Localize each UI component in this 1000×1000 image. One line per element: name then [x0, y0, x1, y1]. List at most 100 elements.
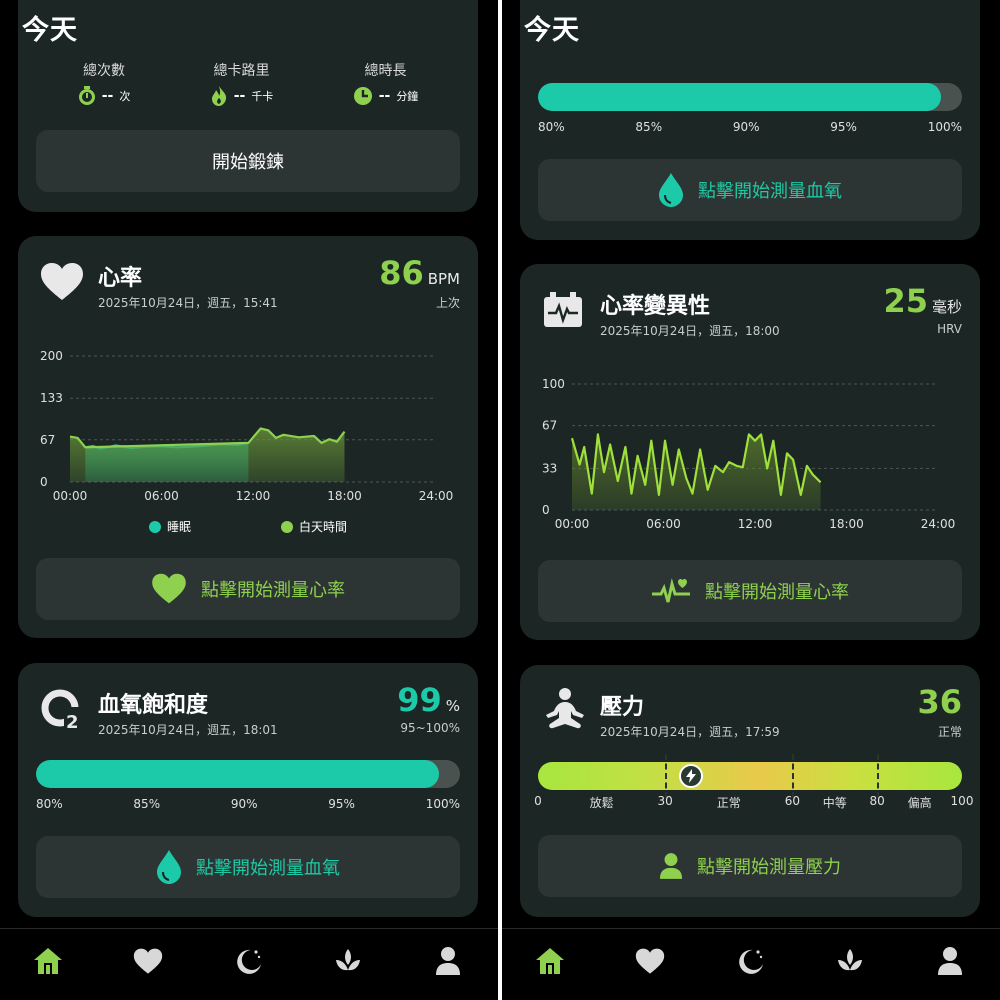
- tab-mindfulness[interactable]: [328, 941, 368, 981]
- hrv-sublabel: HRV: [937, 322, 962, 336]
- person-icon: [659, 853, 683, 879]
- spo2-progress-bar: [36, 760, 460, 788]
- spo2-card[interactable]: 2 血氧飽和度 2025年10月24日，週五，18:01 99% 95~100%…: [18, 663, 478, 917]
- card-title: 血氧飽和度: [98, 693, 209, 718]
- stress-divider: [665, 754, 668, 798]
- spo2-progress-fill: [36, 760, 439, 788]
- stress-divider: [877, 754, 880, 798]
- workout-stats: 總次數 -- 次 總卡路里 -- 千卡 總時長 -- 分鐘: [18, 60, 478, 106]
- tab-sleep[interactable]: [228, 941, 268, 981]
- lotus-icon: [336, 949, 360, 971]
- moon-icon: [739, 949, 763, 974]
- stat-value: --: [233, 88, 246, 104]
- stat-value: --: [101, 88, 114, 104]
- drop-icon: [659, 173, 683, 207]
- heartbeat-icon: [652, 578, 690, 603]
- stress-card[interactable]: 壓力 2025年10月24日，週五，17:59 36 正常 0 放鬆 30 正常…: [520, 665, 980, 917]
- stopwatch-icon: [78, 86, 95, 105]
- home-icon: [34, 948, 62, 974]
- measure-spo2-button[interactable]: 點擊開始測量血氧: [538, 159, 962, 221]
- stat-unit: 次: [119, 90, 131, 103]
- stat-unit: 千卡: [251, 90, 274, 103]
- heart-icon: [41, 263, 83, 300]
- start-workout-button[interactable]: 開始鍛鍊: [36, 130, 460, 192]
- x-tick-label: 12:00: [738, 517, 773, 531]
- stat-total-duration: 總時長 -- 分鐘: [353, 60, 419, 106]
- heart-rate-value: 86 BPM: [379, 254, 460, 292]
- tab-health[interactable]: [630, 941, 670, 981]
- page-title: 今天: [22, 15, 78, 46]
- heart-icon: [133, 948, 163, 974]
- stress-sublabel: 正常: [937, 725, 962, 739]
- spo2-value: 99%: [397, 681, 460, 719]
- stat-total-count: 總次數 -- 次: [78, 60, 131, 106]
- y-tick-label: 100: [542, 377, 565, 391]
- legend-daytime: 白天時間: [281, 518, 347, 535]
- card-datetime: 2025年10月24日，週五，18:00: [600, 324, 780, 338]
- heart-rate-sublabel: 上次: [435, 296, 460, 310]
- heart-rate-card[interactable]: 心率 2025年10月24日，週五，15:41 86 BPM 上次 0 67 133 2…: [18, 236, 478, 638]
- y-tick-label: 0: [542, 503, 550, 517]
- measure-heart-rate-button[interactable]: 點擊開始測量心率: [538, 560, 962, 622]
- stat-unit: 分鐘: [396, 90, 419, 103]
- stress-scale-labels: 0 放鬆 30 正常 60 中等 80 偏高 100: [534, 794, 974, 810]
- x-tick-label: 18:00: [327, 489, 362, 503]
- workout-card: 總次數 -- 次 總卡路里 -- 千卡 總時長 -- 分鐘 開始鍛鍊: [18, 0, 478, 212]
- stat-total-calories: 總卡路里 -- 千卡: [210, 60, 274, 106]
- drop-icon: [157, 850, 181, 884]
- hrv-value: 25 毫秒: [883, 282, 962, 320]
- lightning-icon: [685, 769, 696, 783]
- meditation-icon: [546, 688, 584, 729]
- card-title: 心率變異性: [600, 294, 711, 319]
- tab-home[interactable]: [530, 941, 570, 981]
- y-tick-label: 33: [542, 461, 557, 475]
- spo2-range: 95~100%: [400, 721, 460, 735]
- spo2-card[interactable]: 80% 85% 90% 95% 100% 點擊開始測量血氧: [520, 0, 980, 240]
- y-tick-label: 67: [542, 419, 557, 433]
- y-tick-label: 200: [40, 349, 63, 363]
- tab-health[interactable]: [128, 941, 168, 981]
- x-tick-label: 24:00: [921, 517, 956, 531]
- legend-sleep: 睡眠: [148, 518, 191, 535]
- heart-icon: [635, 948, 665, 974]
- measure-stress-button[interactable]: 點擊開始測量壓力: [538, 835, 962, 897]
- left-screen: 今天 總次數 -- 次 總卡路里 -- 千卡 總時長 -- 分鐘 開始鍛鍊 心率…: [0, 0, 498, 1000]
- card-datetime: 2025年10月24日，週五，18:01: [98, 723, 278, 737]
- y-tick-label: 133: [40, 391, 63, 405]
- tab-bar: [502, 928, 1000, 1000]
- tab-sleep[interactable]: [730, 941, 770, 981]
- heart-rate-chart: 0 67 133 200 00:00 06:00 12:00 18:00 24:00: [40, 349, 454, 503]
- tab-profile[interactable]: [930, 941, 970, 981]
- stress-divider: [792, 754, 795, 798]
- tab-home[interactable]: [28, 941, 68, 981]
- measure-spo2-button[interactable]: 點擊開始測量血氧: [36, 836, 460, 898]
- spo2-progress-fill: [538, 83, 941, 111]
- x-tick-label: 24:00: [419, 489, 454, 503]
- tab-bar: [0, 928, 498, 1000]
- o2-icon: 2: [41, 689, 84, 731]
- x-tick-label: 18:00: [829, 517, 864, 531]
- svg-text:2: 2: [66, 712, 79, 731]
- person-icon: [938, 947, 962, 975]
- home-icon: [536, 948, 564, 974]
- stress-value: 36: [917, 683, 962, 721]
- x-tick-label: 06:00: [144, 489, 179, 503]
- card-title: 心率: [98, 266, 143, 291]
- spo2-bar-ticks: 80% 85% 90% 95% 100%: [538, 120, 962, 134]
- moon-icon: [237, 949, 261, 974]
- x-tick-label: 00:00: [555, 517, 590, 531]
- measure-heart-rate-button[interactable]: 點擊開始測量心率: [36, 558, 460, 620]
- spo2-bar-ticks: 80% 85% 90% 95% 100%: [36, 797, 460, 811]
- spo2-progress-bar: [538, 83, 962, 111]
- x-tick-label: 12:00: [236, 489, 271, 503]
- flame-icon: [211, 86, 226, 106]
- hrv-card[interactable]: 心率變異性 2025年10月24日，週五，18:00 25 毫秒 HRV 0 33 6…: [520, 264, 980, 640]
- tab-profile[interactable]: [428, 941, 468, 981]
- heart-icon: [152, 573, 186, 604]
- person-icon: [436, 947, 460, 975]
- y-tick-label: 0: [40, 475, 48, 489]
- tab-mindfulness[interactable]: [830, 941, 870, 981]
- card-datetime: 2025年10月24日，週五，17:59: [600, 725, 780, 739]
- x-tick-label: 00:00: [53, 489, 88, 503]
- right-screen: 今天 80% 85% 90% 95% 100% 點擊開始測量血氧 心率變異性 2…: [502, 0, 1000, 1000]
